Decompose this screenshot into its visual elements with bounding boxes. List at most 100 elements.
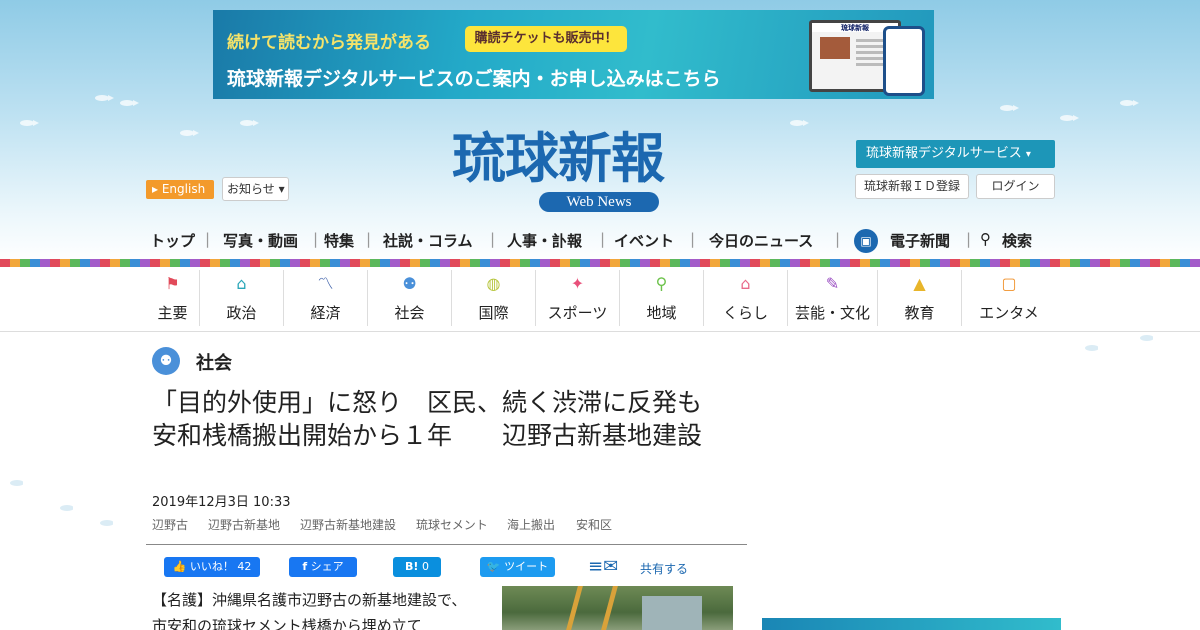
graduation-cap-icon: ▲: [913, 274, 926, 293]
nav-item-personnel[interactable]: 人事・訃報: [507, 230, 582, 251]
category-label: 経済: [310, 304, 341, 322]
fish-decoration: [20, 120, 39, 126]
fb-share-label: シェア: [310, 560, 344, 573]
digital-service-dropdown[interactable]: 琉球新報デジタルサービス ▾: [856, 140, 1055, 168]
login-button[interactable]: ログイン: [976, 174, 1055, 199]
category-label: 主要: [157, 304, 188, 322]
category-item-international[interactable]: ◍ 国際: [452, 270, 536, 326]
fish-decoration: [60, 505, 79, 511]
fish-decoration: [1120, 100, 1139, 106]
device-photo: [820, 37, 850, 59]
category-item-culture[interactable]: ✎ 芸能・文化: [788, 270, 878, 326]
like-label: いいね！: [189, 560, 234, 573]
category-label: 地域: [646, 304, 677, 322]
like-count: 42: [237, 560, 252, 573]
category-item-sports[interactable]: ✦ スポーツ: [536, 270, 620, 326]
banner-headline: 続けて読むから発見がある: [227, 33, 431, 53]
nav-item-today-news[interactable]: 今日のニュース: [709, 230, 813, 251]
category-label: 政治: [226, 304, 257, 322]
id-register-button[interactable]: 琉球新報ＩＤ登録: [855, 174, 969, 199]
nav-item-features[interactable]: 特集: [324, 230, 354, 251]
tv-icon: ▢: [1001, 274, 1017, 293]
pin-icon: ⚲: [655, 274, 668, 293]
top-navigation: トップ | 写真・動画 | 特集 | 社説・コラム | 人事・訃報 | イベント…: [150, 226, 1050, 252]
category-navigation: ⚑ 主要 ⌂ 政治 〽 経済 ⚉ 社会 ◍ 国際 ✦ スポーツ ⚲ 地域 ⌂ く…: [146, 270, 1056, 326]
sidebar-ad-banner[interactable]: [762, 618, 1061, 630]
fish-decoration: [1140, 335, 1159, 341]
article-tags: 辺野古 辺野古新基地 辺野古新基地建設 琉球セメント 海上搬出 安和区: [152, 516, 752, 532]
fish-decoration: [10, 480, 29, 486]
category-item-life[interactable]: ⌂ くらし: [704, 270, 788, 326]
article-photo[interactable]: [502, 586, 733, 630]
nav-item-photo-video[interactable]: 写真・動画: [223, 230, 298, 251]
nav-separator: |: [690, 230, 696, 248]
tag-link[interactable]: 辺野古新基地: [208, 516, 280, 533]
site-logo[interactable]: 琉球新報: [452, 128, 752, 188]
building-icon: ⌂: [236, 274, 247, 293]
category-item-main[interactable]: ⚑ 主要: [146, 270, 200, 326]
nav-separator: |: [205, 230, 211, 248]
nav-separator: |: [490, 230, 496, 248]
e-paper-icon[interactable]: ▣: [854, 229, 878, 253]
section-name[interactable]: 社会: [196, 349, 232, 375]
article-lead: 【名護】沖縄県名護市辺野古の新基地建設で、市安和の琉球セメント桟橋から埋め立て: [152, 591, 467, 630]
notice-label: お知らせ: [227, 182, 275, 196]
digital-service-label: 琉球新報デジタルサービス: [866, 146, 1022, 161]
nav-separator: |: [835, 230, 841, 248]
nav-item-e-paper[interactable]: 電子新聞: [890, 230, 950, 251]
category-label: 国際: [478, 304, 509, 322]
hatena-bookmark-button[interactable]: B! 0: [393, 557, 441, 577]
tag-link[interactable]: 安和区: [576, 516, 612, 533]
category-item-entertainment[interactable]: ▢ エンタメ: [962, 270, 1056, 326]
tag-link[interactable]: 辺野古: [152, 516, 188, 533]
runner-icon: ✦: [570, 274, 585, 293]
nav-separator: |: [600, 230, 606, 248]
tablet-illustration: [883, 26, 925, 96]
caret-down-icon: ▾: [1025, 149, 1031, 160]
facebook-share-button[interactable]: f シェア: [289, 557, 357, 577]
hatena-label: B!: [405, 560, 419, 573]
article-title: 「目的外使用」に怒り 区民、続く渋滞に反発も 安和桟橋搬出開始から１年 辺野古新…: [152, 388, 728, 450]
fish-decoration: [790, 120, 809, 126]
photo-crane: [566, 586, 618, 630]
category-label: スポーツ: [547, 304, 608, 322]
nav-item-editorial[interactable]: 社説・コラム: [383, 230, 473, 251]
decorative-wave-border: [0, 259, 1200, 267]
category-item-education[interactable]: ▲ 教育: [878, 270, 962, 326]
fish-decoration: [95, 95, 114, 101]
category-label: エンタメ: [979, 304, 1039, 322]
thumbs-up-icon: 👍: [172, 560, 187, 573]
category-item-economy[interactable]: 〽 経済: [284, 270, 368, 326]
digital-service-banner[interactable]: 続けて読むから発見がある 購読チケットも販売中！ 琉球新報デジタルサービスのご案…: [213, 10, 934, 99]
nav-item-top[interactable]: トップ: [150, 230, 195, 251]
twitter-icon: 🐦: [486, 560, 501, 573]
fish-decoration: [180, 130, 199, 136]
english-label: English: [161, 182, 206, 196]
english-button[interactable]: ▸ English: [146, 180, 214, 199]
fish-decoration: [1085, 345, 1104, 351]
photo-structure: [642, 596, 702, 630]
search-icon[interactable]: ⚲: [980, 230, 991, 248]
globe-icon: ◍: [486, 274, 501, 293]
nav-item-events[interactable]: イベント: [614, 230, 674, 251]
people-icon: ⚉: [152, 347, 180, 375]
category-item-region[interactable]: ⚲ 地域: [620, 270, 704, 326]
tweet-button[interactable]: 🐦 ツイート: [480, 557, 555, 577]
divider: [0, 331, 1200, 332]
tag-link[interactable]: 海上搬出: [507, 516, 555, 533]
notice-dropdown[interactable]: お知らせ ▾: [222, 177, 289, 201]
facebook-like-button[interactable]: 👍 いいね！ 42: [164, 557, 260, 577]
category-item-society[interactable]: ⚉ 社会: [368, 270, 452, 326]
tag-link[interactable]: 辺野古新基地建設: [300, 516, 396, 533]
flag-icon: ⚑: [165, 274, 180, 293]
nav-separator: |: [966, 230, 972, 248]
category-label: 社会: [394, 304, 425, 322]
category-item-politics[interactable]: ⌂ 政治: [200, 270, 284, 326]
tag-link[interactable]: 琉球セメント: [416, 516, 488, 533]
envelope-share-icon[interactable]: ≡✉: [588, 556, 636, 578]
tweet-label: ツイート: [504, 560, 549, 573]
facebook-icon: f: [302, 560, 308, 573]
nav-item-search[interactable]: 検索: [1002, 230, 1032, 251]
share-label[interactable]: 共有する: [640, 560, 688, 577]
nav-separator: |: [366, 230, 372, 248]
